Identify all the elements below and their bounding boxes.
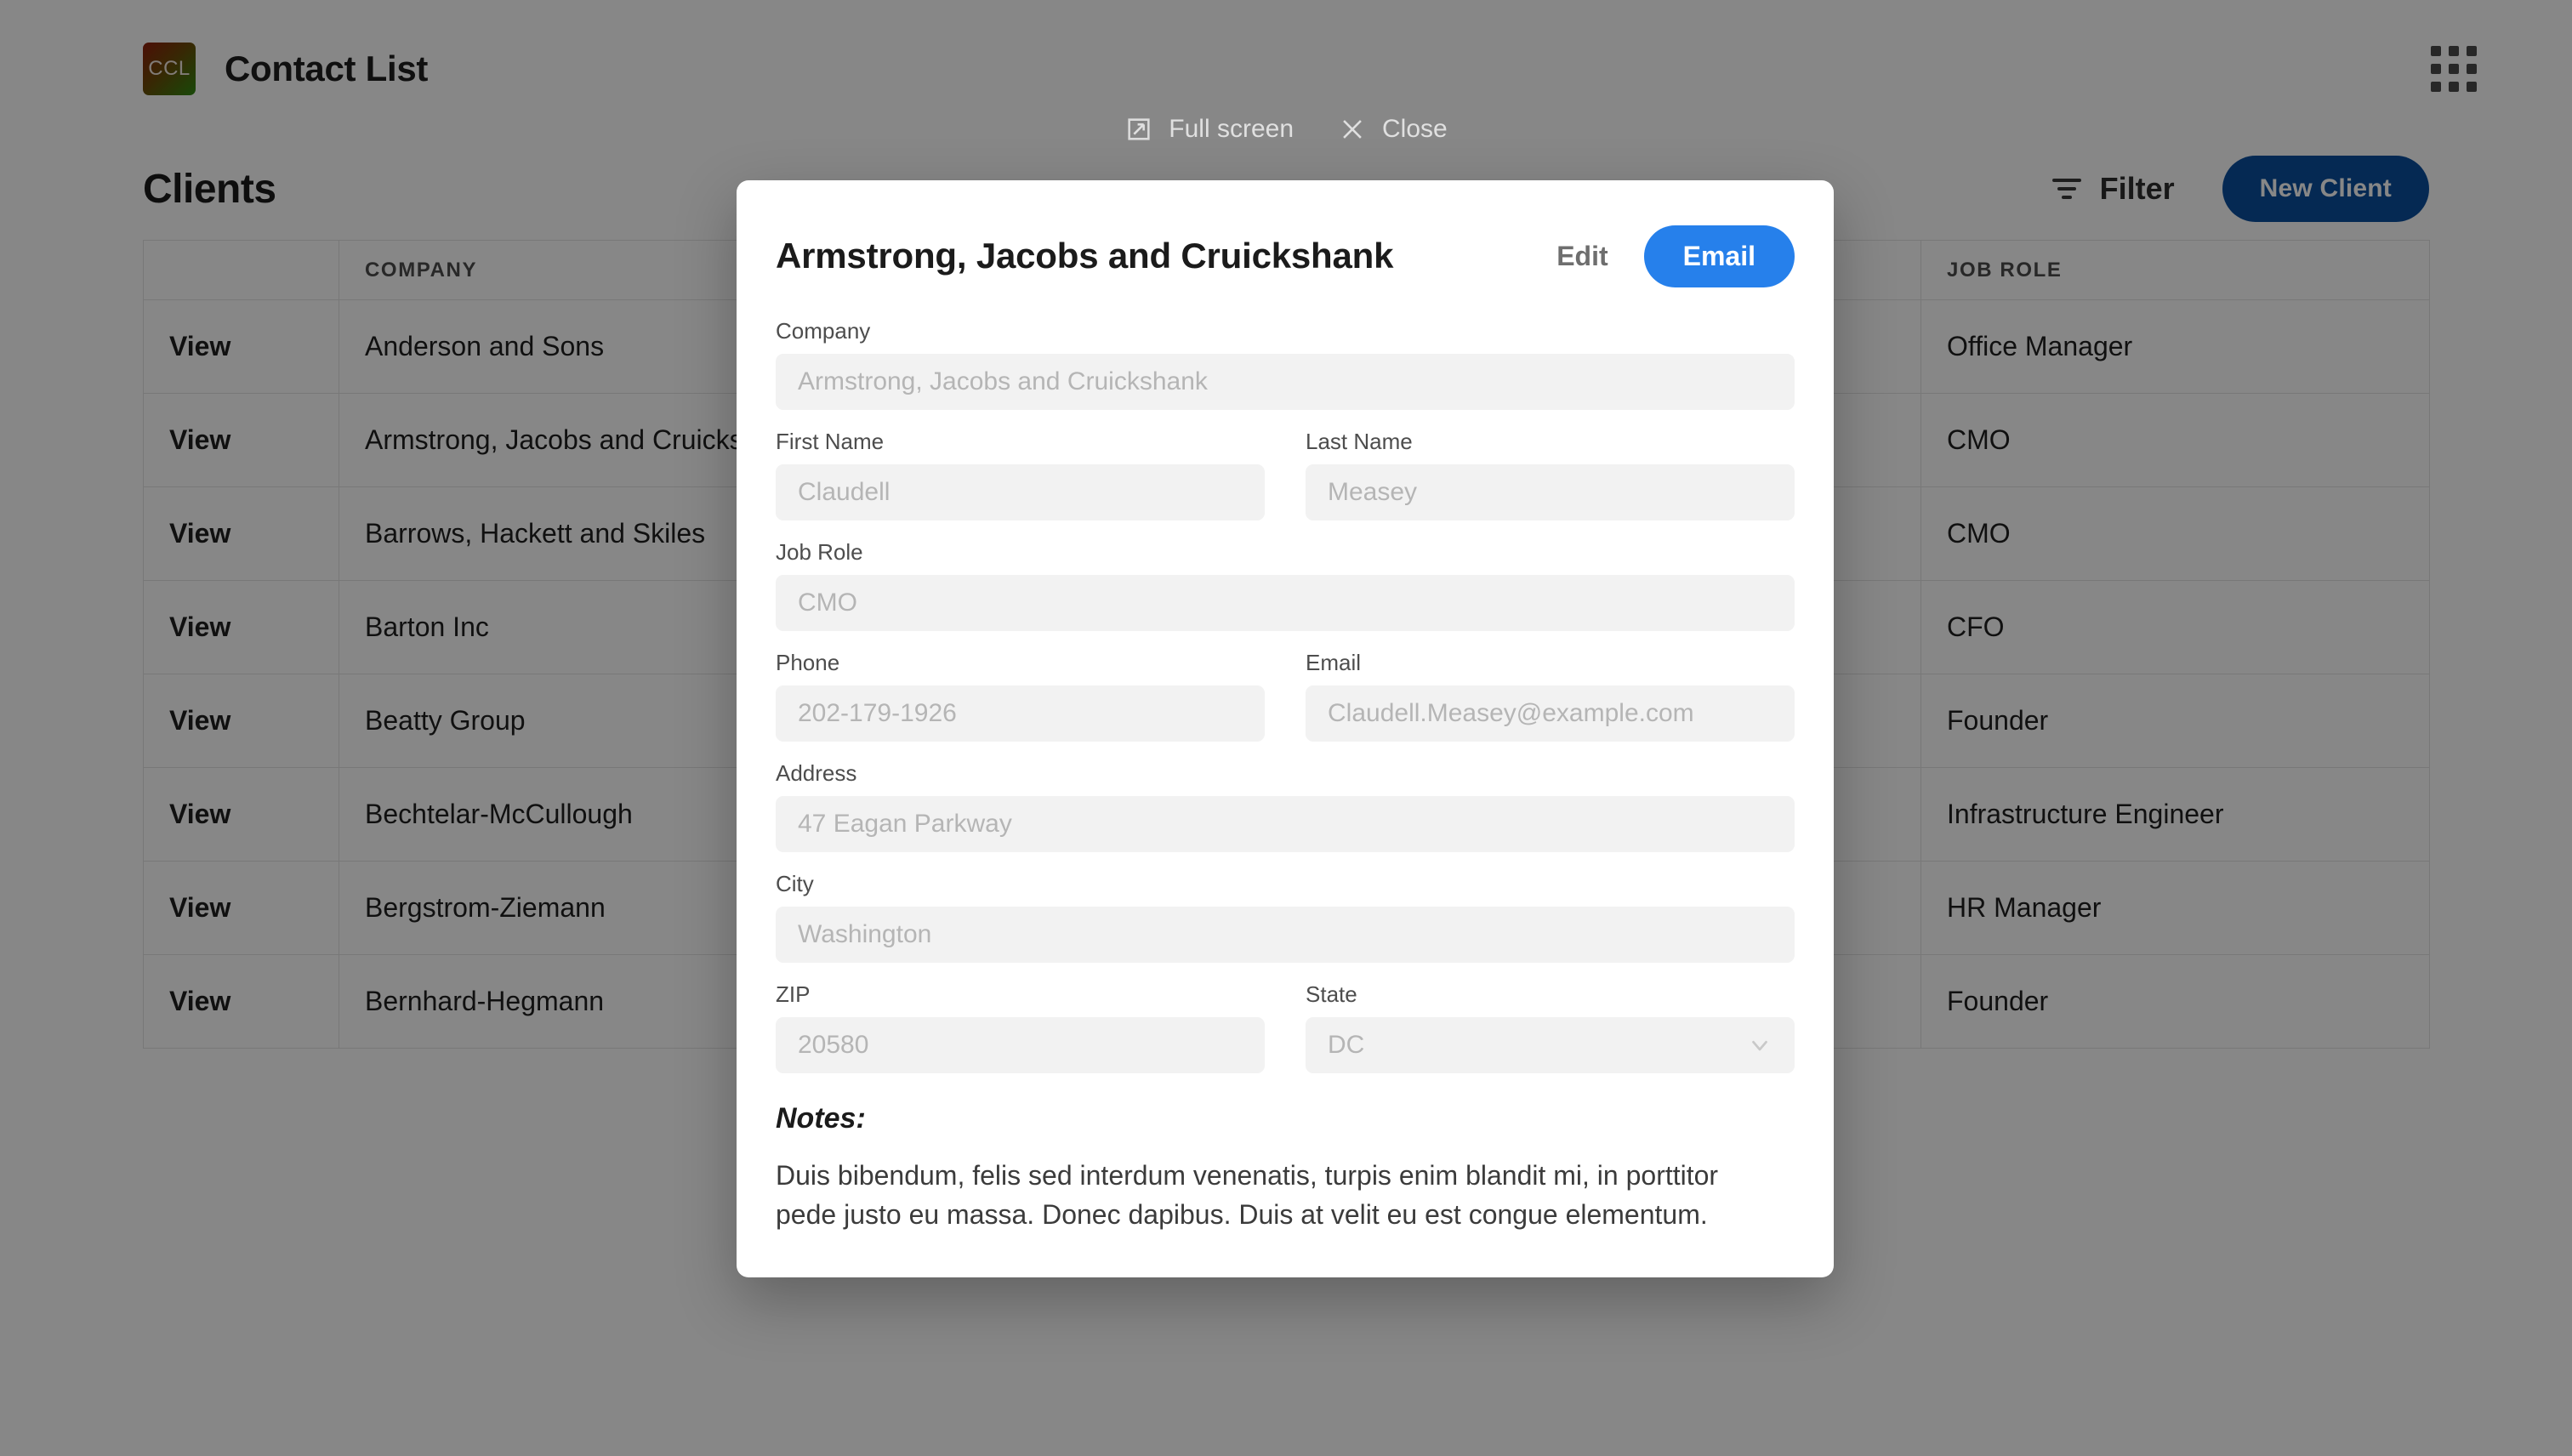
form-row-name: First Name Claudell Last Name Measey [776, 429, 1795, 520]
fullscreen-label: Full screen [1169, 115, 1294, 143]
contact-form: Company Armstrong, Jacobs and Cruickshan… [776, 318, 1795, 1235]
email-input[interactable]: Claudell.Measey@example.com [1306, 685, 1795, 742]
field-company: Company Armstrong, Jacobs and Cruickshan… [776, 318, 1795, 410]
field-job-role: Job Role CMO [776, 539, 1795, 631]
expand-icon [1128, 118, 1150, 140]
label-zip: ZIP [776, 981, 811, 1007]
label-first-name: First Name [776, 429, 885, 454]
form-row-company: Company Armstrong, Jacobs and Cruickshan… [776, 318, 1795, 410]
field-state: State DC [1306, 981, 1795, 1073]
field-email: Email Claudell.Measey@example.com [1306, 650, 1795, 742]
field-city: City Washington [776, 871, 1795, 963]
label-phone: Phone [776, 650, 840, 675]
field-first-name: First Name Claudell [776, 429, 1265, 520]
field-address: Address 47 Eagan Parkway [776, 760, 1795, 852]
edit-button[interactable]: Edit [1556, 241, 1608, 272]
field-zip: ZIP 20580 [776, 981, 1265, 1073]
job-role-input[interactable]: CMO [776, 575, 1795, 631]
email-button[interactable]: Email [1643, 225, 1795, 287]
address-input[interactable]: 47 Eagan Parkway [776, 796, 1795, 852]
contact-detail-modal: Armstrong, Jacobs and Cruickshank Edit E… [737, 180, 1834, 1277]
chevron-down-icon [1752, 1040, 1767, 1051]
last-name-input[interactable]: Measey [1306, 464, 1795, 520]
label-address: Address [776, 760, 857, 786]
fullscreen-button[interactable]: Full screen [1124, 115, 1294, 144]
label-email: Email [1306, 650, 1362, 675]
company-input[interactable]: Armstrong, Jacobs and Cruickshank [776, 354, 1795, 410]
screen: CCL Contact List Clients Filter New Clie… [0, 0, 2572, 1456]
label-city: City [776, 871, 814, 896]
notes-text: Duis bibendum, felis sed interdum venena… [776, 1160, 1719, 1231]
state-select[interactable]: DC [1306, 1017, 1795, 1073]
state-select-value: DC [1328, 1031, 1365, 1059]
label-job-role: Job Role [776, 539, 863, 565]
zip-input[interactable]: 20580 [776, 1017, 1265, 1073]
label-state: State [1306, 981, 1357, 1007]
overlay-toolbar: Full screen Close [0, 115, 2572, 144]
form-row-city: City Washington [776, 871, 1795, 963]
label-last-name: Last Name [1306, 429, 1413, 454]
modal-header: Armstrong, Jacobs and Cruickshank Edit E… [776, 219, 1795, 293]
close-icon [1343, 120, 1362, 139]
close-button[interactable]: Close [1338, 115, 1448, 144]
field-last-name: Last Name Measey [1306, 429, 1795, 520]
field-phone: Phone 202-179-1926 [776, 650, 1265, 742]
first-name-input[interactable]: Claudell [776, 464, 1265, 520]
modal-actions: Edit Email [1556, 225, 1795, 287]
form-row-contact: Phone 202-179-1926 Email Claudell.Measey… [776, 650, 1795, 742]
city-input[interactable]: Washington [776, 907, 1795, 963]
phone-input[interactable]: 202-179-1926 [776, 685, 1265, 742]
close-label: Close [1382, 115, 1448, 143]
form-row-zip-state: ZIP 20580 State DC [776, 981, 1795, 1073]
form-row-job-role: Job Role CMO [776, 539, 1795, 631]
label-company: Company [776, 318, 871, 344]
modal-title: Armstrong, Jacobs and Cruickshank [776, 236, 1394, 276]
notes-heading: Notes: [776, 1102, 866, 1135]
form-row-address: Address 47 Eagan Parkway [776, 760, 1795, 852]
